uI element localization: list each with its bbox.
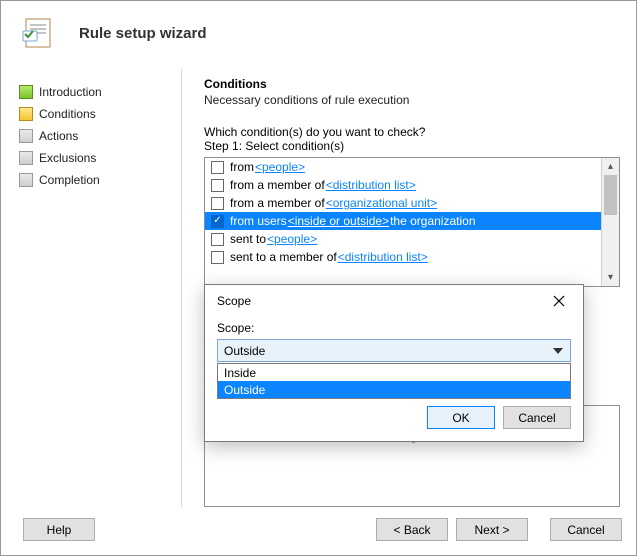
dropdown-option-outside[interactable]: Outside xyxy=(218,381,570,398)
condition-row-selected[interactable]: ✓ from users <inside or outside> the org… xyxy=(205,212,601,230)
header: Rule setup wizard xyxy=(1,1,636,69)
square-icon xyxy=(19,129,33,143)
checkbox[interactable] xyxy=(211,233,224,246)
dialog-titlebar: Scope xyxy=(205,285,583,317)
nav-actions[interactable]: Actions xyxy=(15,125,175,147)
inside-outside-link[interactable]: <inside or outside> xyxy=(288,214,389,228)
scope-combobox[interactable]: Outside xyxy=(217,339,571,362)
next-button[interactable]: Next > xyxy=(456,518,528,541)
ok-button[interactable]: OK xyxy=(427,406,495,429)
condition-row[interactable]: from a member of <distribution list> xyxy=(205,176,601,194)
cancel-button[interactable]: Cancel xyxy=(550,518,622,541)
square-icon xyxy=(19,85,33,99)
condition-row[interactable]: from <people> xyxy=(205,158,601,176)
condition-row[interactable]: sent to <people> xyxy=(205,230,601,248)
dialog-title: Scope xyxy=(217,294,545,308)
nav-exclusions[interactable]: Exclusions xyxy=(15,147,175,169)
step1-label: Step 1: Select condition(s) xyxy=(204,139,620,153)
checkbox[interactable] xyxy=(211,197,224,210)
cancel-button[interactable]: Cancel xyxy=(503,406,571,429)
wizard-window: Rule setup wizard Introduction Condition… xyxy=(0,0,637,556)
question-line: Which condition(s) do you want to check? xyxy=(204,125,620,139)
scroll-thumb[interactable] xyxy=(604,175,617,215)
wizard-icon xyxy=(21,15,57,51)
chevron-down-icon xyxy=(550,340,566,361)
square-icon xyxy=(19,107,33,121)
back-button[interactable]: < Back xyxy=(376,518,448,541)
checkbox[interactable] xyxy=(211,179,224,192)
organizational-unit-link[interactable]: <organizational unit> xyxy=(326,196,437,210)
nav-introduction[interactable]: Introduction xyxy=(15,81,175,103)
distribution-list-link[interactable]: <distribution list> xyxy=(338,250,428,264)
help-button[interactable]: Help xyxy=(23,518,95,541)
nav-conditions[interactable]: Conditions xyxy=(15,103,175,125)
checkbox[interactable] xyxy=(211,161,224,174)
condition-row[interactable]: from a member of <organizational unit> xyxy=(205,194,601,212)
close-icon xyxy=(553,295,565,307)
condition-row[interactable]: sent to a member of <distribution list> xyxy=(205,248,601,266)
checkbox[interactable] xyxy=(211,251,224,264)
square-icon xyxy=(19,151,33,165)
nav-completion[interactable]: Completion xyxy=(15,169,175,191)
panel-title: Conditions xyxy=(204,77,620,91)
scrollbar[interactable]: ▴ ▾ xyxy=(601,158,619,286)
wizard-nav: Introduction Conditions Actions Exclusio… xyxy=(15,69,175,507)
footer: Help < Back Next > Cancel xyxy=(1,518,636,541)
distribution-list-link[interactable]: <distribution list> xyxy=(326,178,416,192)
people-link[interactable]: <people> xyxy=(267,232,317,246)
square-icon xyxy=(19,173,33,187)
scroll-up-icon[interactable]: ▴ xyxy=(602,158,619,175)
close-button[interactable] xyxy=(545,290,573,312)
combo-selected-value: Outside xyxy=(224,344,550,358)
people-link[interactable]: <people> xyxy=(255,160,305,174)
checkbox-checked[interactable]: ✓ xyxy=(211,215,224,228)
dropdown-option-inside[interactable]: Inside xyxy=(218,364,570,381)
window-title: Rule setup wizard xyxy=(79,25,207,42)
scroll-down-icon[interactable]: ▾ xyxy=(602,269,619,286)
scope-dropdown-list[interactable]: Inside Outside xyxy=(217,363,571,399)
conditions-list[interactable]: from <people> from a member of <distribu… xyxy=(205,158,601,286)
scope-field-label: Scope: xyxy=(217,321,571,335)
scope-dialog: Scope Scope: Outside Inside Outside xyxy=(204,284,584,442)
panel-subtitle: Necessary conditions of rule execution xyxy=(204,93,620,107)
conditions-listbox: from <people> from a member of <distribu… xyxy=(204,157,620,287)
